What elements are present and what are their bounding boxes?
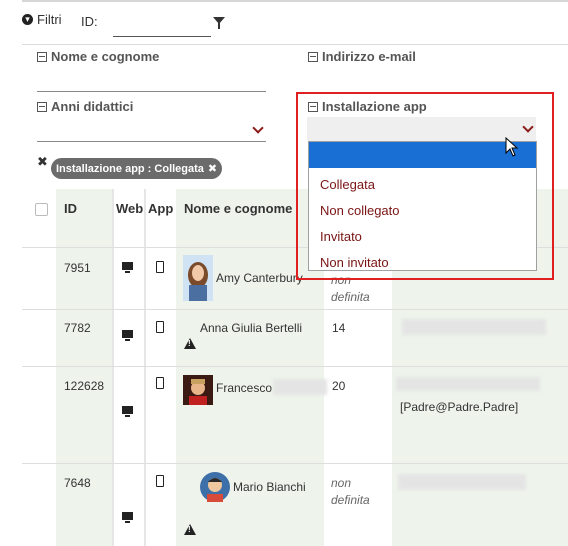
clear-filters-icon[interactable]: ✖ (37, 154, 48, 170)
row-id: 7782 (64, 321, 91, 335)
warning-icon (184, 338, 196, 349)
row-col4-text: non definita (331, 476, 370, 507)
nome-cognome-input[interactable] (37, 91, 266, 92)
anni-didattici-select[interactable] (37, 141, 266, 142)
email-label[interactable]: Indirizzo e-mail (308, 49, 416, 64)
dropdown-option-empty[interactable] (309, 142, 536, 168)
anni-didattici-label[interactable]: Anni didattici (37, 99, 133, 114)
filter-funnel-icon[interactable] (213, 17, 225, 29)
phone-icon (156, 261, 164, 273)
phone-icon (156, 321, 164, 333)
active-filter-chip[interactable]: Installazione app : Collegata ✖ (51, 158, 223, 179)
header-name[interactable]: Nome e cognome (184, 201, 292, 216)
avatar (183, 255, 213, 301)
monitor-icon (122, 406, 133, 417)
collapse-icon (37, 51, 47, 62)
row-name[interactable]: Anna Giulia Bertelli (200, 321, 302, 335)
avatar (183, 375, 213, 405)
dropdown-option-non-invitato[interactable]: Non invitato (309, 250, 536, 276)
row-name[interactable]: Amy Canterbury (216, 271, 303, 285)
phone-icon (156, 475, 164, 487)
header-web[interactable]: Web (116, 201, 143, 216)
phone-icon (156, 377, 164, 389)
select-all-checkbox[interactable] (35, 203, 48, 216)
redacted-email (396, 377, 540, 391)
row-id: 7951 (64, 261, 91, 275)
collapse-icon (308, 51, 318, 62)
monitor-icon (122, 512, 133, 523)
row-col4: non definita (331, 475, 381, 509)
dropdown-option-non-collegato[interactable]: Non collegato (309, 198, 536, 224)
id-label: ID: (81, 14, 98, 29)
row-name[interactable]: Francesco (216, 381, 272, 395)
collapse-icon (37, 101, 47, 112)
avatar (200, 472, 230, 502)
redacted-email (402, 319, 546, 335)
warning-icon (184, 524, 196, 535)
redacted-email (398, 474, 526, 490)
mouse-cursor-icon (505, 137, 519, 157)
dropdown-option-invitato[interactable]: Invitato (309, 224, 536, 250)
email-label-text: Indirizzo e-mail (322, 49, 416, 64)
id-input[interactable] (113, 14, 211, 37)
monitor-icon (122, 330, 133, 341)
row-id: 7648 (64, 476, 91, 490)
header-id[interactable]: ID (64, 201, 77, 216)
nome-cognome-label-text: Nome e cognome (51, 49, 160, 64)
monitor-icon (122, 262, 133, 273)
filters-toggle-label: Filtri (37, 12, 62, 27)
row-col4: 14 (332, 321, 346, 335)
header-app[interactable]: App (148, 201, 173, 216)
installazione-app-dropdown[interactable]: Collegata Non collegato Invitato Non inv… (308, 141, 537, 271)
anni-didattici-label-text: Anni didattici (51, 99, 134, 114)
active-filter-chip-label: Installazione app : Collegata (56, 162, 204, 175)
row-id: 122628 (64, 379, 105, 393)
remove-chip-icon[interactable]: ✖ (208, 162, 217, 175)
redacted-surname (273, 379, 327, 395)
row-email: [Padre@Padre.Padre] (400, 400, 519, 414)
chevron-down-circle-icon: ▾ (22, 14, 33, 25)
filters-toggle[interactable]: ▾ Filtri (22, 12, 62, 27)
chevron-down-icon[interactable] (252, 122, 264, 134)
row-name[interactable]: Mario Bianchi (233, 480, 306, 494)
nome-cognome-label[interactable]: Nome e cognome (37, 49, 159, 64)
filter-bar (22, 0, 568, 45)
dropdown-option-collegata[interactable]: Collegata (309, 172, 536, 198)
row-col4: 20 (332, 379, 346, 393)
